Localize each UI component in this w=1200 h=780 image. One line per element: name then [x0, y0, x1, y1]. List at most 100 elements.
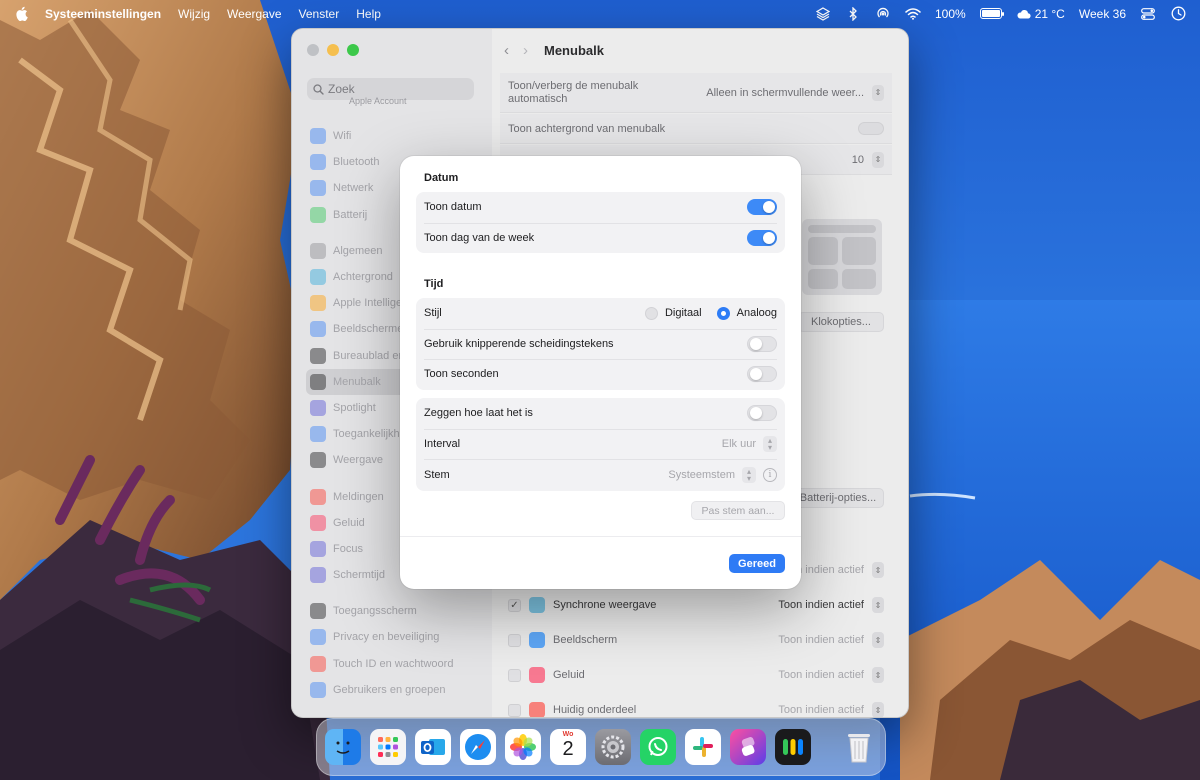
sidebar-app-icon — [310, 373, 326, 390]
sidebar-item-privacy-en-beveiliging[interactable]: Privacy en beveiliging — [306, 624, 486, 650]
menu-view[interactable]: Weergave — [227, 7, 281, 21]
menu-window[interactable]: Venster — [299, 7, 340, 21]
visibility-value: Toon indien actief — [778, 669, 864, 681]
interval-row: Interval Elk uur ▴ ▾ — [416, 428, 785, 460]
safari-icon[interactable] — [460, 729, 496, 765]
search-placeholder: Zoek — [328, 82, 355, 96]
voice-value[interactable]: Systeemstem — [668, 469, 735, 481]
app-menu[interactable]: Systeeminstellingen — [45, 7, 161, 21]
style-label: Stijl — [424, 307, 442, 320]
control-center-preview — [802, 219, 882, 295]
control-icon — [529, 702, 545, 717]
seconds-toggle[interactable] — [747, 366, 777, 383]
announce-toggle[interactable] — [747, 405, 777, 422]
sidebar-item-toegangsscherm[interactable]: Toegangsscherm — [306, 598, 486, 624]
battery-icon[interactable] — [979, 8, 1004, 19]
seconds-row: Toon seconden — [416, 359, 785, 390]
show-date-toggle[interactable] — [747, 199, 777, 216]
passwords-icon[interactable] — [775, 729, 811, 765]
toolbar: ‹ › Menubalk — [504, 42, 604, 59]
launchpad-icon[interactable] — [370, 729, 406, 765]
sidebar-item-label: Schermtijd — [333, 569, 385, 582]
whatsapp-icon[interactable] — [640, 729, 676, 765]
control-center-icon[interactable] — [1140, 6, 1156, 22]
menu-edit[interactable]: Wijzig — [178, 7, 210, 21]
layers-icon[interactable] — [815, 6, 831, 22]
shortcuts-icon[interactable] — [730, 729, 766, 765]
style-analog-label[interactable]: Analoog — [737, 307, 777, 319]
minimize-window-button[interactable] — [327, 44, 339, 56]
finder-icon[interactable] — [325, 729, 361, 765]
checkbox[interactable]: ✓ — [508, 598, 521, 612]
sidebar-app-icon — [310, 452, 326, 469]
bluetooth-icon[interactable] — [845, 6, 861, 22]
calendar-day: 2 — [562, 738, 574, 760]
sidebar-app-icon — [310, 154, 326, 171]
slack-icon[interactable] — [685, 729, 721, 765]
apple-icon[interactable] — [14, 6, 28, 22]
checkbox[interactable] — [508, 668, 521, 682]
autohide-popup[interactable]: Alleen in schermvullende weer... ⇕ — [706, 84, 884, 101]
visibility-popup[interactable]: Toon indien actief ⇕ — [778, 632, 884, 648]
sidebar-item-wifi[interactable]: Wifi — [306, 123, 486, 149]
close-window-button[interactable] — [307, 44, 319, 56]
chevron-updown-icon[interactable]: ▴ ▾ — [742, 467, 756, 483]
visibility-popup[interactable]: Toon indien actief ⇕ — [778, 597, 884, 613]
style-analog-radio[interactable] — [716, 306, 730, 320]
sidebar-app-icon — [310, 399, 326, 416]
sidebar-app-icon — [310, 540, 326, 557]
airdrop-icon[interactable] — [875, 6, 891, 22]
number-value: 10 — [851, 153, 864, 166]
clock-icon[interactable] — [1170, 6, 1186, 22]
style-digital-label[interactable]: Digitaal — [665, 307, 702, 319]
visibility-popup[interactable]: Toon indien actief ⇕ — [778, 667, 884, 683]
wifi-icon[interactable] — [905, 6, 921, 22]
trash-icon[interactable] — [841, 729, 877, 765]
clock-options-button[interactable]: Klokopties... — [798, 312, 884, 332]
calendar-icon[interactable]: Wo 2 — [550, 729, 586, 765]
outlook-icon[interactable] — [415, 729, 451, 765]
info-icon[interactable]: i — [763, 468, 777, 482]
page-title: Menubalk — [544, 43, 604, 58]
style-digital-radio[interactable] — [644, 306, 658, 320]
popup-chevron-icon: ⇕ — [872, 702, 884, 717]
sidebar-app-icon — [310, 655, 326, 672]
forward-button[interactable]: › — [523, 42, 528, 59]
sidebar-app-icon — [310, 206, 326, 223]
popup-chevron-icon: ⇕ — [872, 667, 884, 683]
battery-options-button[interactable]: Batterij-opties... — [792, 488, 884, 508]
sidebar-item-touch-id-en-wachtwoord[interactable]: Touch ID en wachtwoord — [306, 651, 486, 677]
system-settings-icon[interactable] — [595, 729, 631, 765]
back-button[interactable]: ‹ — [504, 42, 509, 59]
calendar-month: Wo — [562, 731, 574, 738]
week-number[interactable]: Week 36 — [1079, 7, 1126, 21]
customize-voice-button[interactable]: Pas stem aan... — [691, 501, 785, 520]
show-weekday-row: Toon dag van de week — [416, 222, 785, 254]
done-button[interactable]: Gereed — [729, 554, 785, 573]
seconds-label: Toon seconden — [424, 368, 499, 381]
zoom-window-button[interactable] — [347, 44, 359, 56]
popup-chevron-icon: ⇕ — [872, 562, 884, 578]
checkbox[interactable] — [508, 633, 521, 647]
sidebar-item-gebruikers-en-groepen[interactable]: Gebruikers en groepen — [306, 677, 486, 703]
blink-label: Gebruik knipperende scheidingstekens — [424, 337, 614, 350]
background-toggle[interactable] — [858, 122, 884, 135]
photos-icon[interactable] — [505, 729, 541, 765]
weather-widget[interactable]: 21 °C — [1016, 7, 1065, 21]
checkbox[interactable] — [508, 703, 521, 717]
visibility-value: Toon indien actief — [778, 599, 864, 611]
interval-popup[interactable]: Elk uur ▴ ▾ — [722, 435, 777, 452]
date-group: Toon datum Toon dag van de week — [416, 192, 785, 253]
sidebar-item-label: Gebruikers en groepen — [333, 683, 446, 696]
sidebar-item-label: Algemeen — [333, 244, 383, 257]
blink-toggle[interactable] — [747, 335, 777, 352]
sidebar-app-icon — [310, 321, 326, 338]
menu-help[interactable]: Help — [356, 7, 381, 21]
show-weekday-toggle[interactable] — [747, 229, 777, 246]
visibility-popup[interactable]: Toon indien actief ⇕ — [778, 702, 884, 717]
stepper-icon[interactable]: ⇕ — [872, 151, 884, 168]
sidebar-item-label: Bluetooth — [333, 156, 380, 169]
control-icon — [529, 597, 545, 613]
window-controls — [307, 44, 359, 56]
control-icon — [529, 632, 545, 648]
